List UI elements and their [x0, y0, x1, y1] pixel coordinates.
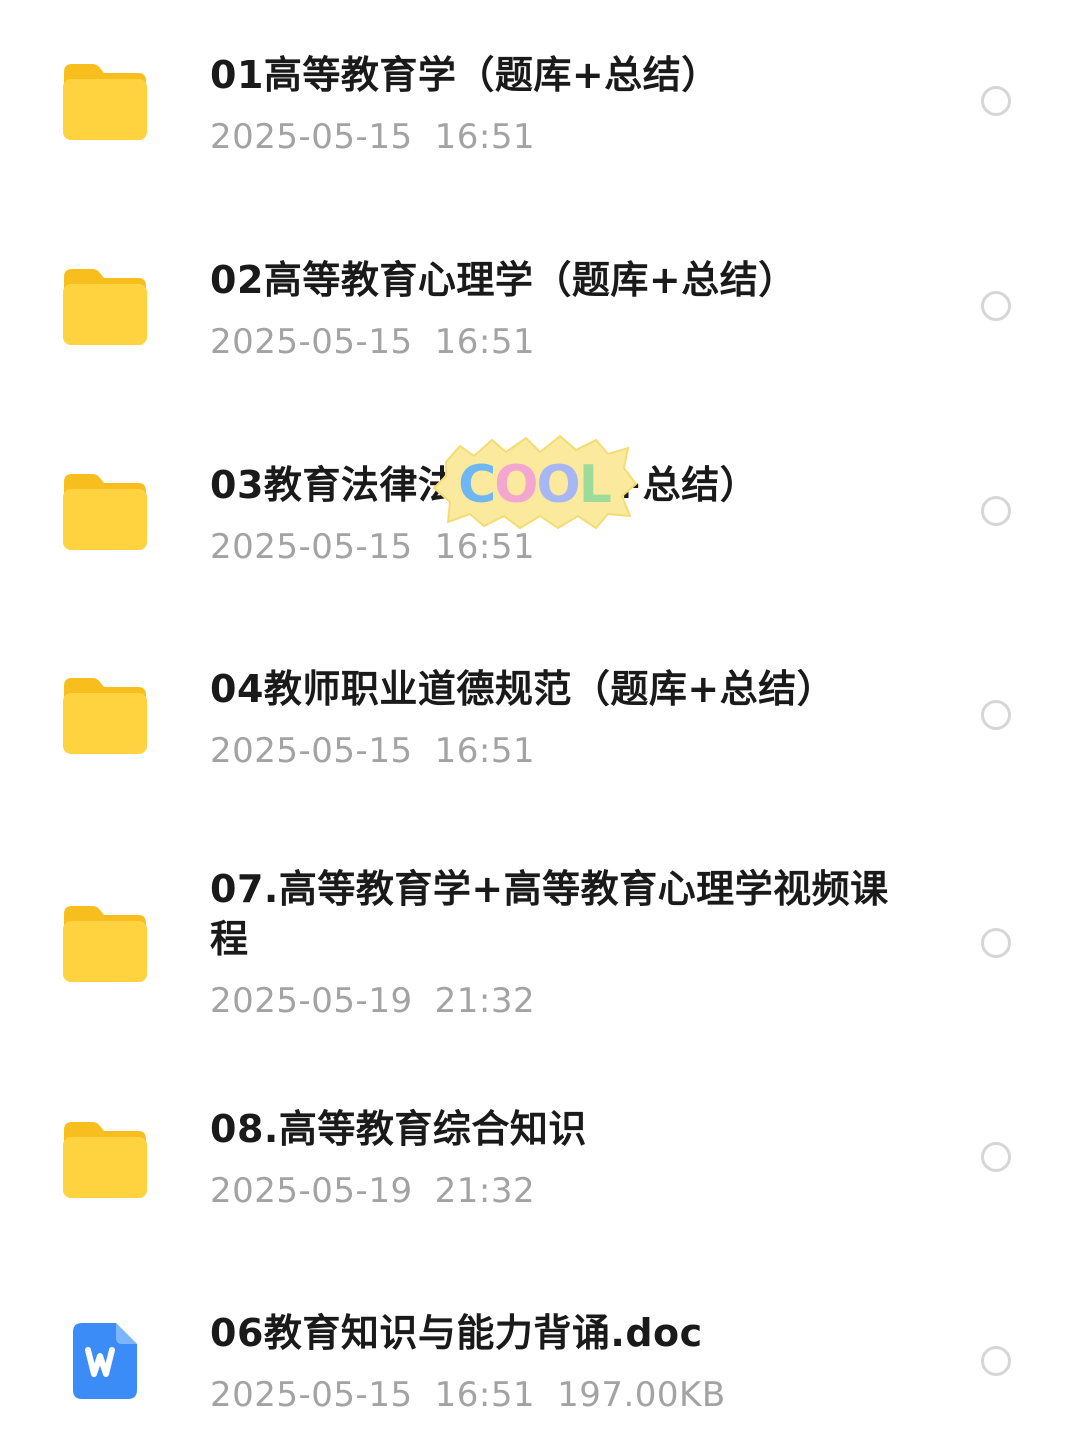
file-name: 04教师职业道德规范（题库+总结） — [210, 667, 836, 711]
file-time: 16:51 — [434, 322, 536, 362]
file-meta: 2025-05-19 21:32 — [210, 1170, 900, 1212]
file-name: 06教育知识与能力背诵.doc — [210, 1311, 703, 1355]
file-info: 01高等教育学（题库+总结） 2025-05-15 16:51 — [210, 50, 900, 158]
file-date: 2025-05-19 — [210, 1171, 413, 1211]
file-meta: 2025-05-15 16:51 — [210, 321, 900, 363]
file-date: 2025-05-15 — [210, 322, 413, 362]
list-item[interactable]: 08.高等教育综合知识 2025-05-19 21:32 — [0, 1098, 1080, 1248]
file-name: 01高等教育学（题库+总结） — [210, 53, 720, 97]
file-info: 06教育知识与能力背诵.doc 2025-05-15 16:51 197.00KB — [210, 1308, 900, 1416]
file-time: 16:51 — [434, 731, 536, 771]
list-item[interactable]: 04教师职业道德规范（题库+总结） 2025-05-15 16:51 — [0, 654, 1080, 804]
sticker-letter: C — [458, 455, 494, 515]
folder-icon — [62, 676, 148, 756]
file-date: 2025-05-15 — [210, 117, 413, 157]
folder-icon — [62, 904, 148, 984]
sticker-letter: O — [537, 455, 579, 515]
file-time: 21:32 — [434, 981, 536, 1021]
file-date: 2025-05-15 — [210, 731, 413, 771]
sticker-letter: O — [494, 455, 536, 515]
select-radio[interactable] — [981, 1142, 1011, 1172]
file-meta: 2025-05-15 16:51 — [210, 116, 900, 158]
file-date: 2025-05-19 — [210, 981, 413, 1021]
file-meta: 2025-05-15 16:51 — [210, 730, 900, 772]
list-item[interactable]: 01高等教育学（题库+总结） 2025-05-15 16:51 — [0, 40, 1080, 190]
file-time: 16:51 — [434, 117, 536, 157]
file-info: 08.高等教育综合知识 2025-05-19 21:32 — [210, 1104, 900, 1212]
select-radio[interactable] — [981, 928, 1011, 958]
folder-icon — [62, 472, 148, 552]
file-time: 21:32 — [434, 1171, 536, 1211]
file-info: 04教师职业道德规范（题库+总结） 2025-05-15 16:51 — [210, 664, 900, 772]
list-item[interactable]: 07.高等教育学+高等教育心理学视频课程 2025-05-19 21:32 — [0, 858, 1080, 1038]
select-radio[interactable] — [981, 496, 1011, 526]
file-time: 16:51 — [434, 527, 536, 567]
file-meta: 2025-05-15 16:51 — [210, 526, 900, 568]
select-radio[interactable] — [981, 1346, 1011, 1376]
folder-icon — [62, 1120, 148, 1200]
sticker-letter: L — [579, 455, 611, 515]
cool-sticker: COOL — [430, 432, 638, 532]
file-info: 02高等教育心理学（题库+总结） 2025-05-15 16:51 — [210, 255, 900, 363]
file-info: 07.高等教育学+高等教育心理学视频课程 2025-05-19 21:32 — [210, 864, 900, 1022]
select-radio[interactable] — [981, 291, 1011, 321]
file-size: 197.00KB — [557, 1375, 726, 1415]
file-name: 07.高等教育学+高等教育心理学视频课程 — [210, 867, 889, 961]
file-date: 2025-05-15 — [210, 527, 413, 567]
folder-icon — [62, 62, 148, 142]
svg-text:COOL: COOL — [458, 455, 611, 515]
file-list: 01高等教育学（题库+总结） 2025-05-15 16:51 02高等教育心理学… — [0, 0, 1080, 1440]
list-item[interactable]: 06教育知识与能力背诵.doc 2025-05-15 16:51 197.00KB — [0, 1302, 1080, 1440]
file-name: 08.高等教育综合知识 — [210, 1107, 587, 1151]
word-doc-icon — [72, 1322, 138, 1400]
file-name: 02高等教育心理学（题库+总结） — [210, 258, 797, 302]
folder-icon — [62, 267, 148, 347]
select-radio[interactable] — [981, 86, 1011, 116]
select-radio[interactable] — [981, 700, 1011, 730]
file-date: 2025-05-15 — [210, 1375, 413, 1415]
file-time: 16:51 — [434, 1375, 536, 1415]
list-item[interactable]: 02高等教育心理学（题库+总结） 2025-05-15 16:51 — [0, 245, 1080, 395]
file-meta: 2025-05-19 21:32 — [210, 980, 900, 1022]
file-meta: 2025-05-15 16:51 197.00KB — [210, 1374, 900, 1416]
